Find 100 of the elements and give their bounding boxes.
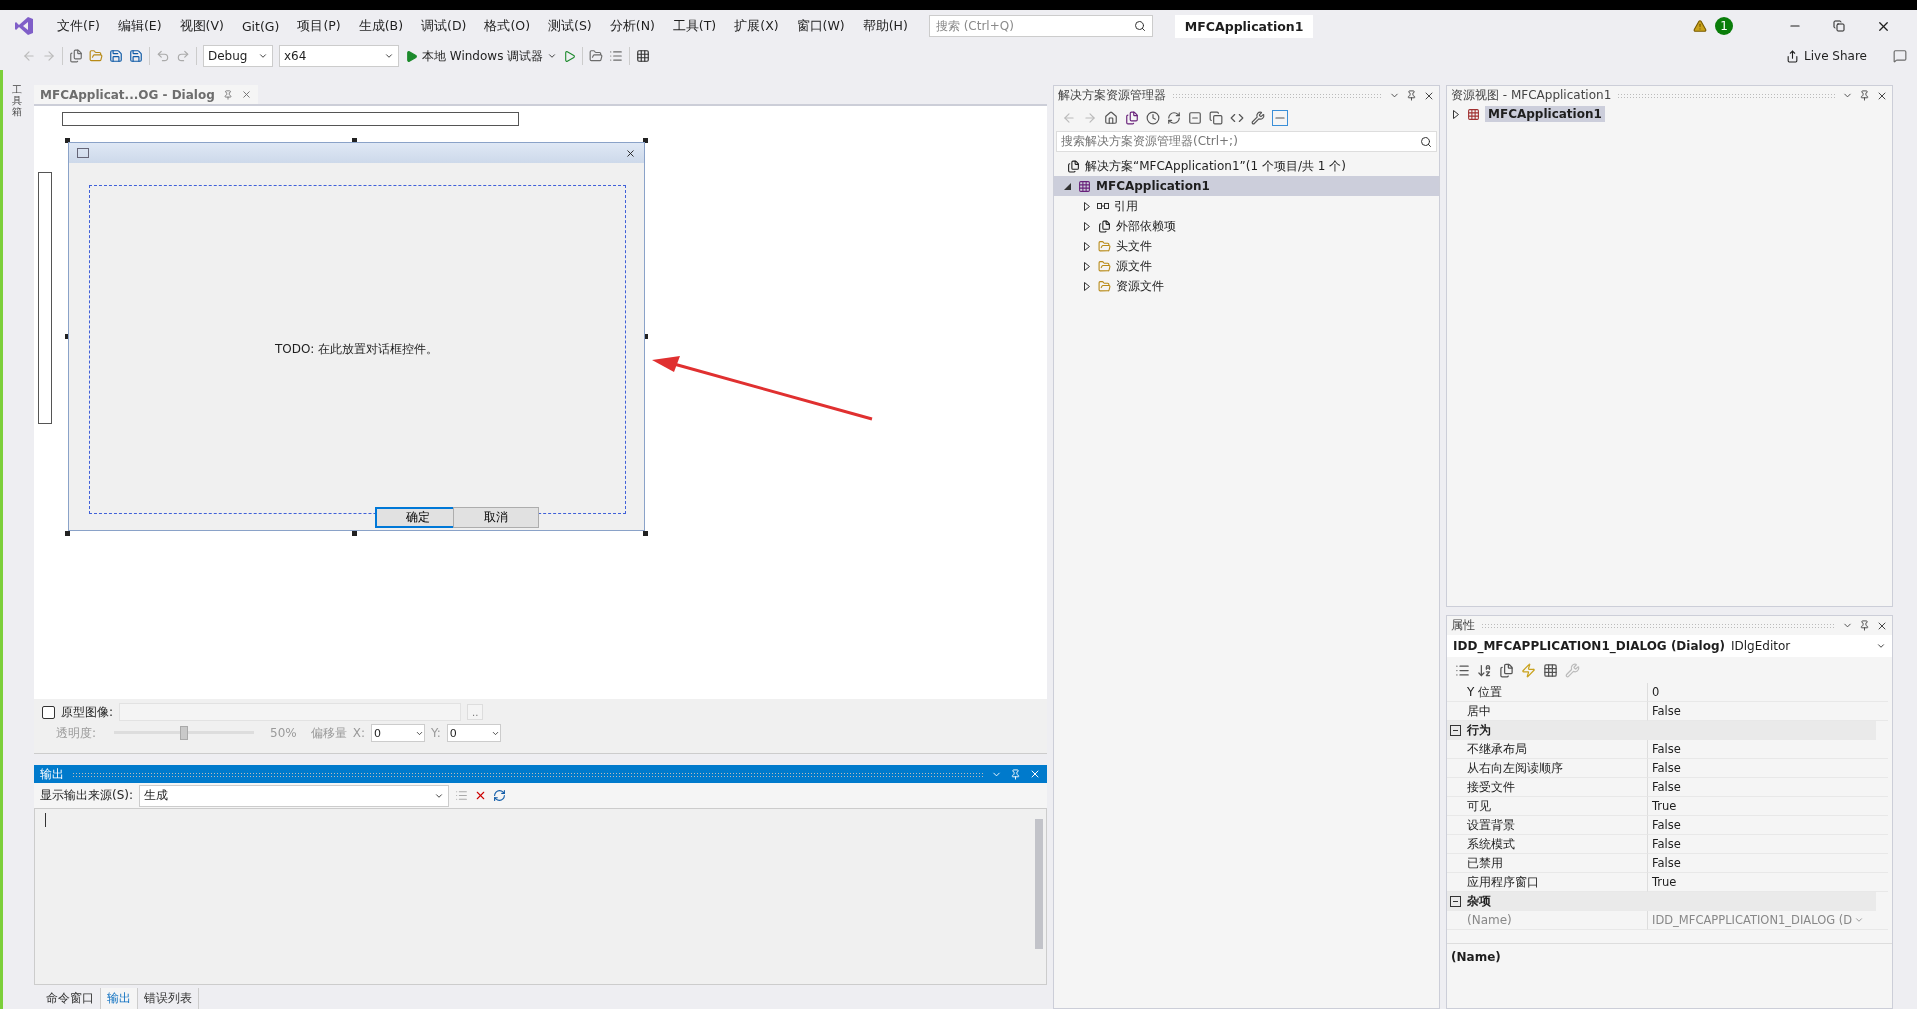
configuration-dropdown[interactable]: Debug <box>203 45 273 67</box>
restore-icon[interactable] <box>1833 20 1845 32</box>
menu-item[interactable]: Git(G) <box>232 18 289 34</box>
collapsed-icon[interactable] <box>1082 281 1092 291</box>
collapsed-icon[interactable] <box>1082 241 1092 251</box>
tree-item[interactable]: 资源文件 <box>1054 276 1439 296</box>
browse-button[interactable]: .. <box>467 704 484 720</box>
tree-item[interactable]: 引用 <box>1054 196 1439 216</box>
checkbox[interactable] <box>42 705 55 719</box>
menu-item[interactable]: 生成(B) <box>349 17 413 35</box>
property-value[interactable]: 0 <box>1647 683 1888 702</box>
menu-item[interactable]: 编辑(E) <box>108 17 171 35</box>
pin-icon[interactable] <box>1859 90 1870 101</box>
category-row[interactable]: 行为 <box>1447 721 1876 740</box>
collapse-icon[interactable] <box>1450 725 1461 736</box>
menu-item[interactable]: 视图(V) <box>170 17 233 35</box>
tree-item[interactable]: 头文件 <box>1054 236 1439 256</box>
home-icon[interactable] <box>1104 111 1118 125</box>
grid-icon[interactable] <box>636 49 651 63</box>
dialog-button[interactable]: 取消 <box>453 507 539 528</box>
property-value[interactable]: False <box>1647 759 1888 778</box>
save-all-icon[interactable] <box>129 49 143 63</box>
open-icon[interactable] <box>89 49 103 63</box>
menu-item[interactable]: 调试(D) <box>412 17 476 35</box>
copy-icon[interactable] <box>1209 111 1223 125</box>
refresh-icon[interactable] <box>1167 111 1181 125</box>
resize-handle[interactable] <box>643 531 648 536</box>
save-icon[interactable] <box>109 49 123 63</box>
menu-item[interactable]: 项目(P) <box>288 17 350 35</box>
y-offset-field[interactable]: 0 <box>446 724 501 742</box>
folder-icon[interactable] <box>589 49 604 63</box>
list-icon[interactable] <box>609 49 624 63</box>
property-value[interactable]: False <box>1647 835 1888 854</box>
property-value[interactable]: False <box>1647 816 1888 835</box>
search-field[interactable]: 搜索 (Ctrl+Q) <box>928 15 1153 37</box>
clock-icon[interactable] <box>1146 111 1160 125</box>
property-value[interactable]: True <box>1647 797 1888 816</box>
tree-item[interactable]: 解决方案“MFCApplication1”(1 个项目/共 1 个) <box>1054 156 1439 176</box>
pin-icon[interactable] <box>1010 768 1021 780</box>
collapse-icon[interactable] <box>1450 896 1461 907</box>
wrench-icon[interactable] <box>1251 111 1265 125</box>
alphabetical-icon[interactable] <box>1477 662 1492 678</box>
panel-tab[interactable]: 输出 <box>101 988 138 1009</box>
resize-handle[interactable] <box>65 138 70 143</box>
menu-item[interactable]: 帮助(H) <box>853 17 917 35</box>
close-icon[interactable] <box>625 147 636 159</box>
object-selector[interactable]: IDD_MFCAPPLICATION1_DIALOG (Dialog) IDlgEditor <box>1447 635 1892 657</box>
platform-dropdown[interactable]: x64 <box>279 45 399 67</box>
collapsed-icon[interactable] <box>1451 109 1461 119</box>
search-field[interactable]: 搜索解决方案资源管理器(Ctrl+;) <box>1056 131 1437 152</box>
new-item-icon[interactable] <box>69 49 83 63</box>
resize-handle[interactable] <box>65 531 70 536</box>
pin-icon[interactable] <box>222 89 233 100</box>
dropdown-icon[interactable] <box>258 51 268 61</box>
menu-item[interactable]: 格式(O) <box>475 17 540 35</box>
tree-item[interactable]: MFCApplication1 <box>1054 176 1439 196</box>
document-tab[interactable]: MFCApplicat...OG - Dialog <box>34 85 258 104</box>
notification-badge[interactable]: 1 <box>1715 17 1733 35</box>
menu-item[interactable]: 测试(S) <box>539 17 601 35</box>
menu-item[interactable]: 文件(F) <box>48 17 109 35</box>
menu-item[interactable]: 工具(T) <box>663 17 726 35</box>
dropdown-icon[interactable] <box>384 51 394 61</box>
collapsed-icon[interactable] <box>1082 221 1092 231</box>
offset-label: 偏移量 <box>310 724 347 742</box>
slider-thumb[interactable] <box>180 726 189 740</box>
category-row[interactable]: 杂项 <box>1447 892 1876 911</box>
resize-handle[interactable] <box>352 531 357 536</box>
tree-label: 解决方案“MFCApplication1”(1 个项目/共 1 个) <box>1085 157 1346 175</box>
toolbox-tab[interactable]: 工具箱 <box>11 84 22 1009</box>
property-value[interactable]: False <box>1647 740 1888 759</box>
menu-item[interactable]: 分析(N) <box>600 17 664 35</box>
collapsed-icon[interactable] <box>1082 261 1092 271</box>
categorized-icon[interactable] <box>1455 662 1470 678</box>
pin-icon[interactable] <box>1859 620 1870 631</box>
live-share-button[interactable]: Live Share <box>1786 49 1867 63</box>
tree-item[interactable]: 外部依赖项 <box>1054 216 1439 236</box>
tree-item[interactable]: MFCApplication1 <box>1485 106 1605 122</box>
menu-item[interactable]: 扩展(X) <box>725 17 788 35</box>
output-source-dropdown[interactable]: 生成 <box>139 784 450 807</box>
x-offset-field[interactable]: 0 <box>371 724 425 742</box>
dropdown-icon[interactable] <box>1876 641 1886 651</box>
property-value[interactable]: False <box>1647 778 1888 797</box>
code-icon[interactable] <box>1230 111 1244 125</box>
property-value[interactable]: False <box>1647 854 1888 873</box>
menu-item[interactable]: 窗口(W) <box>787 17 854 35</box>
warning-icon[interactable] <box>1693 19 1707 33</box>
tree-item[interactable]: 源文件 <box>1054 256 1439 276</box>
pin-icon[interactable] <box>1406 90 1417 101</box>
collapsed-icon[interactable] <box>1082 201 1092 211</box>
wrap-icon[interactable] <box>493 789 507 802</box>
expanded-icon[interactable] <box>1062 182 1072 190</box>
feedback-icon[interactable] <box>1893 49 1907 63</box>
run-without-debug-icon[interactable] <box>563 49 577 63</box>
dropdown-icon[interactable] <box>547 51 558 61</box>
collapse-all-icon[interactable] <box>1188 111 1202 125</box>
reference-icon <box>1097 203 1109 209</box>
resize-handle[interactable] <box>643 138 648 143</box>
scrollbar-thumb[interactable] <box>1035 819 1043 949</box>
run-button[interactable]: 本地 Windows 调试器 <box>405 47 558 65</box>
panel-tab[interactable]: 错误列表 <box>138 988 199 1009</box>
